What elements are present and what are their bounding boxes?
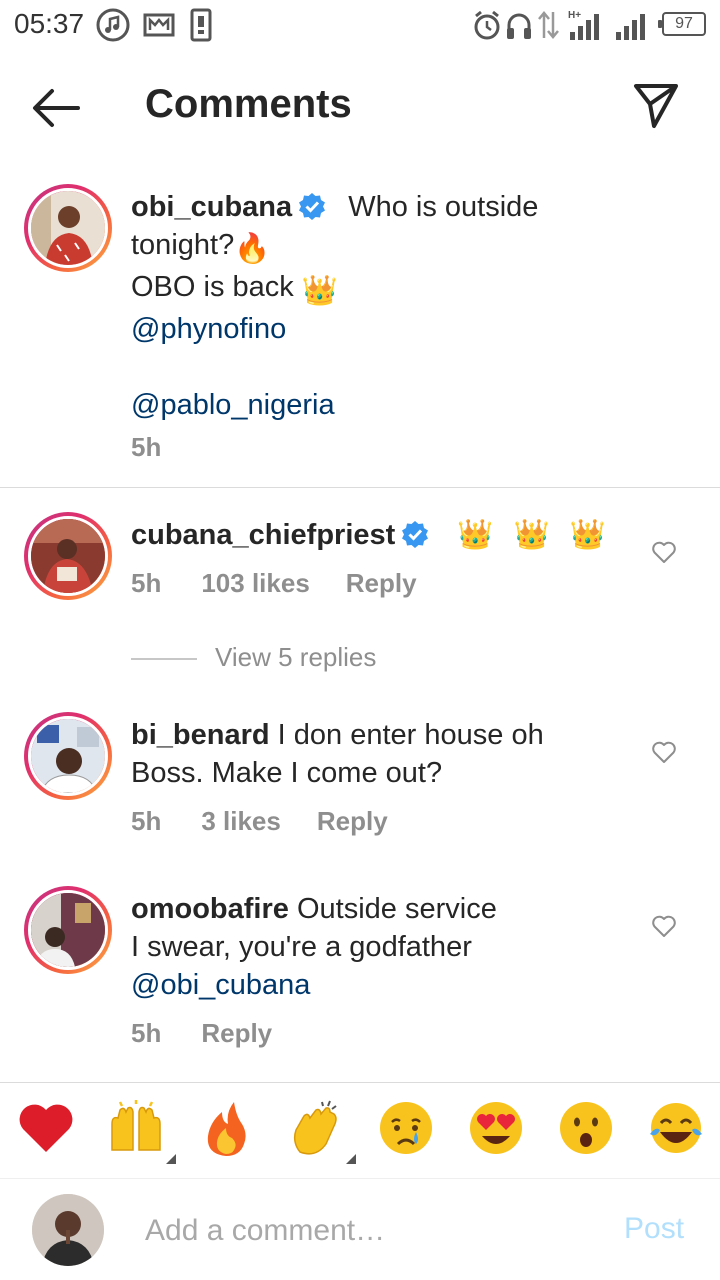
mention-link[interactable]: @pablo_nigeria <box>131 389 335 421</box>
crown-emoji: 👑 <box>301 275 338 307</box>
timestamp: 5h <box>131 432 162 462</box>
clapping-hands-icon <box>293 1100 337 1155</box>
view-replies-line <box>131 658 197 661</box>
username[interactable]: obi_cubana <box>131 191 292 223</box>
verified-badge-icon <box>402 521 429 548</box>
post-button[interactable]: Post <box>624 1212 684 1246</box>
crown-emojis: 👑 👑 👑 <box>457 519 612 551</box>
timestamp: 5h <box>131 1018 162 1048</box>
status-bar: 05:37 H+ 97 <box>0 0 720 50</box>
comment-line-1: Outside service <box>296 893 497 925</box>
avatar-photo <box>31 893 105 967</box>
heart-eyes-icon <box>470 1102 522 1154</box>
likes-count[interactable]: 3 likes <box>201 806 281 836</box>
heart-emoji-button[interactable] <box>16 1098 76 1158</box>
post-caption: obi_cubana Who is outside tonight?🔥 OBO … <box>0 180 720 485</box>
comment-text: omoobafire Outside service I swear, you'… <box>131 890 497 1004</box>
avatar[interactable] <box>24 886 112 974</box>
heart-icon[interactable] <box>651 914 677 938</box>
mention-link[interactable]: @phynofino <box>131 313 286 345</box>
variant-indicator <box>346 1154 356 1164</box>
caption-text: obi_cubana Who is outside tonight?🔥 OBO … <box>131 188 538 424</box>
surprised-face-emoji-button[interactable] <box>556 1098 616 1158</box>
mention-link[interactable]: @obi_cubana <box>131 969 310 1001</box>
view-replies-button[interactable]: View 5 replies <box>131 642 376 673</box>
back-arrow-icon[interactable] <box>28 86 82 130</box>
verified-badge-icon <box>299 193 326 220</box>
avatar-photo <box>32 1194 104 1266</box>
likes-count[interactable]: 103 likes <box>201 568 309 598</box>
avatar[interactable] <box>24 712 112 800</box>
header: Comments <box>0 60 720 156</box>
comment-text: bi_benard I don enter house oh Boss. Mak… <box>131 716 544 792</box>
avatar-photo <box>31 191 105 265</box>
alarm-icon <box>474 10 500 40</box>
raising-hands-icon <box>111 1100 161 1151</box>
fire-emoji: 🔥 <box>234 233 271 265</box>
divider <box>0 1178 720 1179</box>
comment-line-1: I don enter house oh <box>277 719 544 751</box>
username[interactable]: cubana_chiefpriest <box>131 519 395 551</box>
mail-icon <box>143 13 175 37</box>
clapping-hands-emoji-button[interactable] <box>286 1098 356 1164</box>
divider <box>0 487 720 488</box>
comment-text: cubana_chiefpriest 👑 👑 👑 <box>131 516 612 554</box>
signal-icon <box>616 14 645 40</box>
avatar-photo <box>31 719 105 793</box>
comment-meta: 5h Reply <box>131 1018 308 1049</box>
comment-meta: 5h 3 likes Reply <box>131 806 424 837</box>
signal-hplus-icon: H+ <box>568 10 599 40</box>
avatar <box>32 1194 104 1266</box>
svg-text:H+: H+ <box>568 10 581 21</box>
view-replies-label: View 5 replies <box>215 642 377 672</box>
fire-emoji-button[interactable] <box>196 1098 256 1158</box>
tears-of-joy-icon <box>650 1103 702 1153</box>
red-heart-icon <box>19 1104 73 1152</box>
phone-icon <box>190 8 212 42</box>
emoji-reaction-bar <box>0 1098 720 1168</box>
avatar[interactable] <box>24 512 112 600</box>
username[interactable]: bi_benard <box>131 719 270 751</box>
raising-hands-emoji-button[interactable] <box>106 1098 176 1164</box>
avatar-photo <box>31 519 105 593</box>
reply-button[interactable]: Reply <box>201 1018 272 1048</box>
fire-icon <box>207 1102 246 1156</box>
page-title: Comments <box>145 82 352 126</box>
timestamp: 5h <box>131 806 162 836</box>
caption-line-3: OBO is back <box>131 271 294 303</box>
music-icon <box>96 8 130 42</box>
data-transfer-icon <box>538 11 559 39</box>
avatar[interactable] <box>24 184 112 272</box>
tears-of-joy-emoji-button[interactable] <box>646 1098 706 1158</box>
battery-icon: 97 <box>658 12 706 36</box>
reply-button[interactable]: Reply <box>317 806 388 836</box>
headphones-icon <box>507 13 531 39</box>
caption-meta: 5h <box>131 432 197 463</box>
comment-line-2: I swear, you're a godfather <box>131 931 472 963</box>
comment-composer: Post <box>0 1180 720 1280</box>
send-icon[interactable] <box>630 80 682 132</box>
divider <box>0 1082 720 1083</box>
comment-meta: 5h 103 likes Reply <box>131 568 453 599</box>
comment-input[interactable] <box>145 1208 585 1254</box>
heart-icon[interactable] <box>651 540 677 564</box>
caption-line-2: tonight? <box>131 229 235 261</box>
timestamp: 5h <box>131 568 162 598</box>
username[interactable]: omoobafire <box>131 893 289 925</box>
surprised-face-icon <box>560 1102 612 1154</box>
crying-face-icon <box>380 1102 432 1154</box>
heart-icon[interactable] <box>651 740 677 764</box>
reply-button[interactable]: Reply <box>346 568 417 598</box>
caption-line-1: Who is outside <box>348 191 539 223</box>
comment-line-2: Boss. Make I come out? <box>131 757 443 789</box>
variant-indicator <box>166 1154 176 1164</box>
crying-face-emoji-button[interactable] <box>376 1098 436 1158</box>
status-time: 05:37 <box>14 8 85 39</box>
heart-eyes-emoji-button[interactable] <box>466 1098 526 1158</box>
